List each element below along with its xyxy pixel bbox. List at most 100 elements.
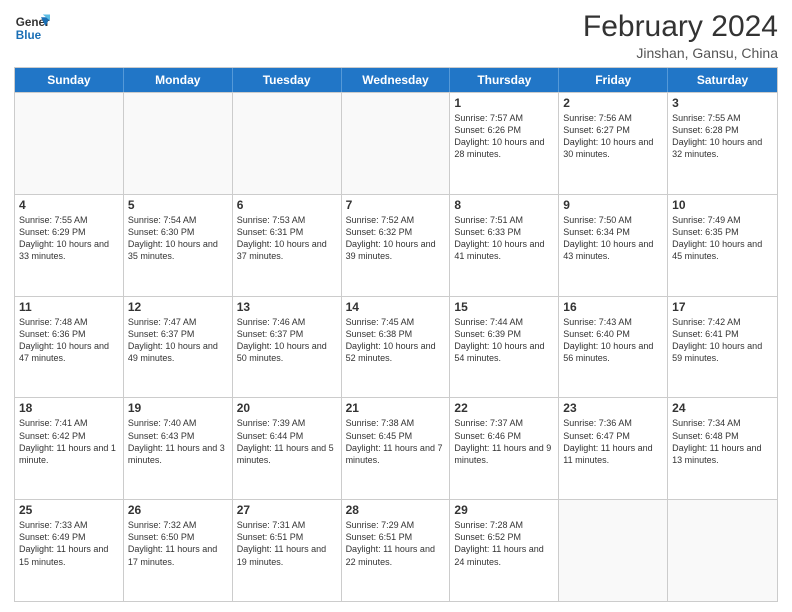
empty-cell <box>668 500 777 601</box>
empty-cell <box>15 93 124 194</box>
day-cell-5: 5 Sunrise: 7:54 AM Sunset: 6:30 PM Daylig… <box>124 195 233 296</box>
day-number: 3 <box>672 96 773 110</box>
day-number: 7 <box>346 198 446 212</box>
day-info: Sunrise: 7:36 AM Sunset: 6:47 PM Dayligh… <box>563 417 663 466</box>
day-number: 11 <box>19 300 119 314</box>
calendar-row-1: 1 Sunrise: 7:57 AM Sunset: 6:26 PM Daylig… <box>15 92 777 194</box>
day-info: Sunrise: 7:52 AM Sunset: 6:32 PM Dayligh… <box>346 214 446 263</box>
day-cell-4: 4 Sunrise: 7:55 AM Sunset: 6:29 PM Daylig… <box>15 195 124 296</box>
day-number: 29 <box>454 503 554 517</box>
day-info: Sunrise: 7:55 AM Sunset: 6:28 PM Dayligh… <box>672 112 773 161</box>
day-info: Sunrise: 7:45 AM Sunset: 6:38 PM Dayligh… <box>346 316 446 365</box>
calendar-header-row: SundayMondayTuesdayWednesdayThursdayFrid… <box>15 68 777 92</box>
day-info: Sunrise: 7:47 AM Sunset: 6:37 PM Dayligh… <box>128 316 228 365</box>
day-number: 23 <box>563 401 663 415</box>
day-info: Sunrise: 7:53 AM Sunset: 6:31 PM Dayligh… <box>237 214 337 263</box>
day-number: 20 <box>237 401 337 415</box>
day-info: Sunrise: 7:49 AM Sunset: 6:35 PM Dayligh… <box>672 214 773 263</box>
day-header-tuesday: Tuesday <box>233 68 342 92</box>
day-cell-29: 29 Sunrise: 7:28 AM Sunset: 6:52 PM Dayli… <box>450 500 559 601</box>
day-header-saturday: Saturday <box>668 68 777 92</box>
day-info: Sunrise: 7:48 AM Sunset: 6:36 PM Dayligh… <box>19 316 119 365</box>
calendar-row-5: 25Sunrise: 7:33 AM Sunset: 6:49 PM Dayli… <box>15 499 777 601</box>
svg-text:Blue: Blue <box>16 29 42 42</box>
day-cell-27: 27 Sunrise: 7:31 AM Sunset: 6:51 PM Dayli… <box>233 500 342 601</box>
day-info: Sunrise: 7:28 AM Sunset: 6:52 PM Dayligh… <box>454 519 554 568</box>
day-cell-16: 16 Sunrise: 7:43 AM Sunset: 6:40 PM Dayli… <box>559 297 668 398</box>
day-cell-19: 19 Sunrise: 7:40 AM Sunset: 6:43 PM Dayli… <box>124 398 233 499</box>
day-cell-24: 24Sunrise: 7:34 AM Sunset: 6:48 PM Dayli… <box>668 398 777 499</box>
day-info: Sunrise: 7:56 AM Sunset: 6:27 PM Dayligh… <box>563 112 663 161</box>
calendar: SundayMondayTuesdayWednesdayThursdayFrid… <box>14 67 778 602</box>
day-number: 12 <box>128 300 228 314</box>
day-number: 18 <box>19 401 119 415</box>
day-info: Sunrise: 7:37 AM Sunset: 6:46 PM Dayligh… <box>454 417 554 466</box>
day-info: Sunrise: 7:32 AM Sunset: 6:50 PM Dayligh… <box>128 519 228 568</box>
day-cell-28: 28 Sunrise: 7:29 AM Sunset: 6:51 PM Dayli… <box>342 500 451 601</box>
day-info: Sunrise: 7:34 AM Sunset: 6:48 PM Dayligh… <box>672 417 773 466</box>
day-info: Sunrise: 7:44 AM Sunset: 6:39 PM Dayligh… <box>454 316 554 365</box>
day-number: 15 <box>454 300 554 314</box>
day-info: Sunrise: 7:29 AM Sunset: 6:51 PM Dayligh… <box>346 519 446 568</box>
day-number: 26 <box>128 503 228 517</box>
day-cell-14: 14Sunrise: 7:45 AM Sunset: 6:38 PM Dayli… <box>342 297 451 398</box>
empty-cell <box>233 93 342 194</box>
day-info: Sunrise: 7:55 AM Sunset: 6:29 PM Dayligh… <box>19 214 119 263</box>
day-cell-21: 21Sunrise: 7:38 AM Sunset: 6:45 PM Dayli… <box>342 398 451 499</box>
day-info: Sunrise: 7:42 AM Sunset: 6:41 PM Dayligh… <box>672 316 773 365</box>
empty-cell <box>559 500 668 601</box>
day-number: 8 <box>454 198 554 212</box>
logo-icon: General Blue <box>14 10 50 46</box>
day-cell-20: 20 Sunrise: 7:39 AM Sunset: 6:44 PM Dayli… <box>233 398 342 499</box>
day-cell-13: 13Sunrise: 7:46 AM Sunset: 6:37 PM Dayli… <box>233 297 342 398</box>
day-cell-6: 6 Sunrise: 7:53 AM Sunset: 6:31 PM Daylig… <box>233 195 342 296</box>
calendar-body: 1 Sunrise: 7:57 AM Sunset: 6:26 PM Daylig… <box>15 92 777 601</box>
day-number: 27 <box>237 503 337 517</box>
day-number: 17 <box>672 300 773 314</box>
day-cell-8: 8Sunrise: 7:51 AM Sunset: 6:33 PM Daylig… <box>450 195 559 296</box>
location-subtitle: Jinshan, Gansu, China <box>583 45 778 61</box>
day-info: Sunrise: 7:54 AM Sunset: 6:30 PM Dayligh… <box>128 214 228 263</box>
day-info: Sunrise: 7:57 AM Sunset: 6:26 PM Dayligh… <box>454 112 554 161</box>
day-info: Sunrise: 7:41 AM Sunset: 6:42 PM Dayligh… <box>19 417 119 466</box>
day-cell-9: 9 Sunrise: 7:50 AM Sunset: 6:34 PM Daylig… <box>559 195 668 296</box>
day-cell-3: 3 Sunrise: 7:55 AM Sunset: 6:28 PM Daylig… <box>668 93 777 194</box>
day-number: 13 <box>237 300 337 314</box>
day-header-thursday: Thursday <box>450 68 559 92</box>
empty-cell <box>342 93 451 194</box>
day-number: 16 <box>563 300 663 314</box>
day-cell-12: 12 Sunrise: 7:47 AM Sunset: 6:37 PM Dayli… <box>124 297 233 398</box>
day-cell-10: 10 Sunrise: 7:49 AM Sunset: 6:35 PM Dayli… <box>668 195 777 296</box>
day-info: Sunrise: 7:50 AM Sunset: 6:34 PM Dayligh… <box>563 214 663 263</box>
day-header-sunday: Sunday <box>15 68 124 92</box>
day-info: Sunrise: 7:43 AM Sunset: 6:40 PM Dayligh… <box>563 316 663 365</box>
day-header-friday: Friday <box>559 68 668 92</box>
day-cell-23: 23 Sunrise: 7:36 AM Sunset: 6:47 PM Dayli… <box>559 398 668 499</box>
day-number: 4 <box>19 198 119 212</box>
day-info: Sunrise: 7:31 AM Sunset: 6:51 PM Dayligh… <box>237 519 337 568</box>
day-number: 1 <box>454 96 554 110</box>
day-cell-17: 17 Sunrise: 7:42 AM Sunset: 6:41 PM Dayli… <box>668 297 777 398</box>
day-number: 19 <box>128 401 228 415</box>
day-cell-18: 18 Sunrise: 7:41 AM Sunset: 6:42 PM Dayli… <box>15 398 124 499</box>
day-header-wednesday: Wednesday <box>342 68 451 92</box>
day-number: 10 <box>672 198 773 212</box>
day-info: Sunrise: 7:39 AM Sunset: 6:44 PM Dayligh… <box>237 417 337 466</box>
title-block: February 2024 Jinshan, Gansu, China <box>583 10 778 61</box>
day-cell-2: 2Sunrise: 7:56 AM Sunset: 6:27 PM Daylig… <box>559 93 668 194</box>
day-header-monday: Monday <box>124 68 233 92</box>
empty-cell <box>124 93 233 194</box>
header: General Blue February 2024 Jinshan, Gans… <box>14 10 778 61</box>
day-cell-1: 1 Sunrise: 7:57 AM Sunset: 6:26 PM Daylig… <box>450 93 559 194</box>
day-number: 9 <box>563 198 663 212</box>
day-cell-7: 7 Sunrise: 7:52 AM Sunset: 6:32 PM Daylig… <box>342 195 451 296</box>
calendar-row-4: 18 Sunrise: 7:41 AM Sunset: 6:42 PM Dayli… <box>15 397 777 499</box>
day-info: Sunrise: 7:40 AM Sunset: 6:43 PM Dayligh… <box>128 417 228 466</box>
day-cell-25: 25Sunrise: 7:33 AM Sunset: 6:49 PM Dayli… <box>15 500 124 601</box>
day-number: 6 <box>237 198 337 212</box>
day-number: 28 <box>346 503 446 517</box>
day-cell-11: 11 Sunrise: 7:48 AM Sunset: 6:36 PM Dayli… <box>15 297 124 398</box>
calendar-row-2: 4 Sunrise: 7:55 AM Sunset: 6:29 PM Daylig… <box>15 194 777 296</box>
day-number: 5 <box>128 198 228 212</box>
page: General Blue February 2024 Jinshan, Gans… <box>0 0 792 612</box>
